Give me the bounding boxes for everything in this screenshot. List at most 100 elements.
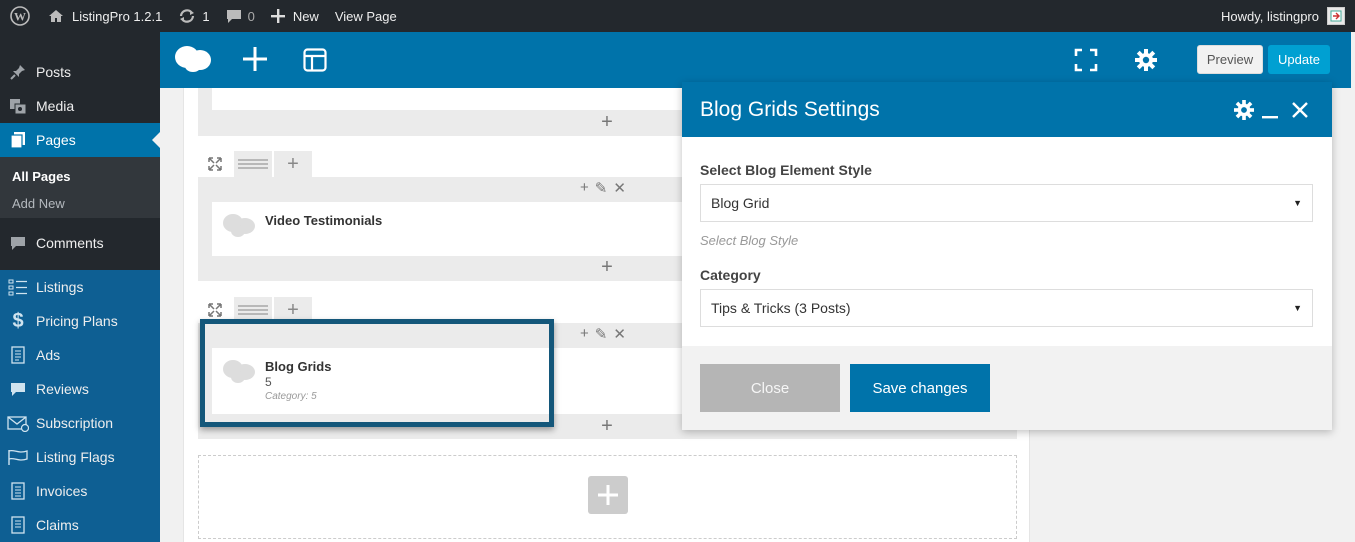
- row-add-column-icon[interactable]: +: [274, 151, 312, 177]
- claims-icon: [0, 516, 36, 534]
- edit-pencil-icon[interactable]: ✎: [595, 179, 608, 197]
- updates-link[interactable]: 1: [170, 0, 217, 32]
- admin-sidebar: All Pages Add New Posts Media Pages Comm…: [0, 32, 160, 542]
- select-value: Tips & Tricks (3 Posts): [711, 300, 851, 316]
- reviews-icon: [0, 380, 36, 398]
- pages-submenu: All Pages Add New: [0, 155, 160, 218]
- comments-count: 0: [247, 8, 255, 24]
- new-label: New: [292, 8, 319, 24]
- modal-title: Blog Grids Settings: [700, 98, 880, 121]
- flag-icon: [0, 448, 36, 466]
- pin-icon: [0, 63, 36, 81]
- submenu-add-new[interactable]: Add New: [12, 196, 65, 211]
- close-button[interactable]: Close: [700, 364, 840, 412]
- view-page-label: View Page: [334, 8, 397, 24]
- home-icon: [49, 10, 63, 22]
- edit-pencil-icon[interactable]: ✎: [595, 325, 608, 343]
- sidebar-item-pricing-plans[interactable]: $ Pricing Plans: [0, 304, 160, 338]
- category-field-label: Category: [700, 267, 761, 283]
- save-changes-button[interactable]: Save changes: [850, 364, 990, 412]
- new-content-link[interactable]: New: [263, 0, 327, 32]
- sidebar-item-label: Media: [36, 98, 75, 114]
- category-select[interactable]: Tips & Tricks (3 Posts) ▼: [700, 289, 1313, 327]
- site-name-link[interactable]: ListingPro 1.2.1: [40, 0, 170, 32]
- row-resize-icon[interactable]: [198, 151, 232, 177]
- account-menu[interactable]: Howdy, listingpro: [1221, 7, 1355, 25]
- sidebar-item-label: Invoices: [36, 483, 88, 499]
- listings-icon: [0, 278, 36, 296]
- sidebar-item-media[interactable]: Media: [0, 89, 160, 123]
- templates-icon[interactable]: [303, 48, 327, 75]
- update-button[interactable]: Update: [1268, 45, 1330, 74]
- add-row-button[interactable]: [588, 476, 628, 514]
- add-element-plus-icon[interactable]: +: [597, 111, 617, 134]
- editor-toolbar: Preview Update: [160, 32, 1351, 88]
- delete-x-icon[interactable]: ✕: [613, 179, 626, 197]
- style-field-hint: Select Blog Style: [700, 233, 799, 248]
- media-icon: [0, 97, 36, 115]
- column-actions: + ✎ ✕: [580, 325, 626, 343]
- updates-count: 1: [202, 8, 210, 24]
- settings-gear-icon[interactable]: [1135, 49, 1157, 74]
- subscription-icon: [0, 414, 36, 432]
- admin-bar: W ListingPro 1.2.1 1 0 New View Page How…: [0, 0, 1355, 32]
- style-field-label: Select Blog Element Style: [700, 162, 872, 178]
- add-icon[interactable]: +: [580, 325, 589, 343]
- invoices-icon: [0, 482, 36, 500]
- sidebar-item-label: Posts: [36, 64, 72, 80]
- sidebar-item-label: Listings: [36, 279, 84, 295]
- builder-logo-icon[interactable]: [174, 44, 212, 77]
- view-page-link[interactable]: View Page: [327, 0, 405, 32]
- highlight-frame: [200, 319, 554, 427]
- close-icon[interactable]: [1291, 101, 1309, 122]
- modal-header: Blog Grids Settings: [682, 82, 1332, 137]
- sidebar-item-reviews[interactable]: Reviews: [0, 372, 160, 406]
- logout-icon: [1330, 10, 1342, 22]
- settings-modal: Blog Grids Settings Select Blog Element …: [682, 82, 1332, 430]
- minimize-icon[interactable]: [1262, 100, 1278, 123]
- plus-icon: [270, 9, 285, 23]
- fullscreen-icon[interactable]: [1074, 48, 1098, 75]
- add-icon[interactable]: +: [580, 179, 589, 197]
- avatar: [1327, 7, 1345, 25]
- row-drag-handle-icon[interactable]: [234, 151, 272, 177]
- sidebar-item-label: Pages: [36, 132, 76, 148]
- empty-row-dropzone[interactable]: [198, 455, 1017, 539]
- howdy-text: Howdy, listingpro: [1220, 8, 1319, 24]
- comments-icon: [0, 234, 36, 252]
- delete-x-icon[interactable]: ✕: [613, 325, 626, 343]
- plus-icon: [598, 485, 618, 505]
- sidebar-item-ads[interactable]: Ads: [0, 338, 160, 372]
- element-cloud-icon: [222, 212, 256, 241]
- comments-link[interactable]: 0: [218, 0, 263, 32]
- sidebar-item-listing-flags[interactable]: Listing Flags: [0, 440, 160, 474]
- sidebar-item-listings[interactable]: Listings: [0, 270, 160, 304]
- blog-style-select[interactable]: Blog Grid ▼: [700, 184, 1313, 222]
- add-element-plus-icon[interactable]: +: [597, 256, 617, 279]
- sidebar-item-subscription[interactable]: Subscription: [0, 406, 160, 440]
- column-actions: + ✎ ✕: [580, 179, 626, 197]
- pages-icon: [0, 131, 36, 149]
- preview-button[interactable]: Preview: [1197, 45, 1263, 74]
- add-element-icon[interactable]: [243, 46, 267, 75]
- element-title: Video Testimonials: [265, 213, 383, 228]
- sidebar-item-label: Reviews: [36, 381, 89, 397]
- svg-text:W: W: [14, 10, 26, 24]
- submenu-all-pages[interactable]: All Pages: [12, 169, 71, 184]
- add-element-plus-icon[interactable]: +: [597, 415, 617, 438]
- sidebar-item-posts[interactable]: Posts: [0, 55, 160, 89]
- sidebar-item-invoices[interactable]: Invoices: [0, 474, 160, 508]
- chevron-down-icon: ▼: [1293, 198, 1302, 208]
- modal-footer: Close Save changes: [682, 346, 1332, 430]
- wordpress-logo-icon[interactable]: W: [0, 0, 40, 32]
- sidebar-item-label: Pricing Plans: [36, 313, 118, 329]
- row-2-controls: +: [198, 151, 314, 177]
- chevron-down-icon: ▼: [1293, 303, 1302, 313]
- sidebar-item-label: Comments: [36, 235, 104, 251]
- dollar-icon: $: [12, 309, 24, 332]
- sidebar-item-claims[interactable]: Claims: [0, 508, 160, 542]
- sidebar-item-comments[interactable]: Comments: [0, 226, 160, 260]
- sidebar-item-pages[interactable]: Pages: [0, 123, 160, 157]
- sidebar-item-label: Ads: [36, 347, 61, 363]
- modal-gear-icon[interactable]: [1234, 100, 1254, 123]
